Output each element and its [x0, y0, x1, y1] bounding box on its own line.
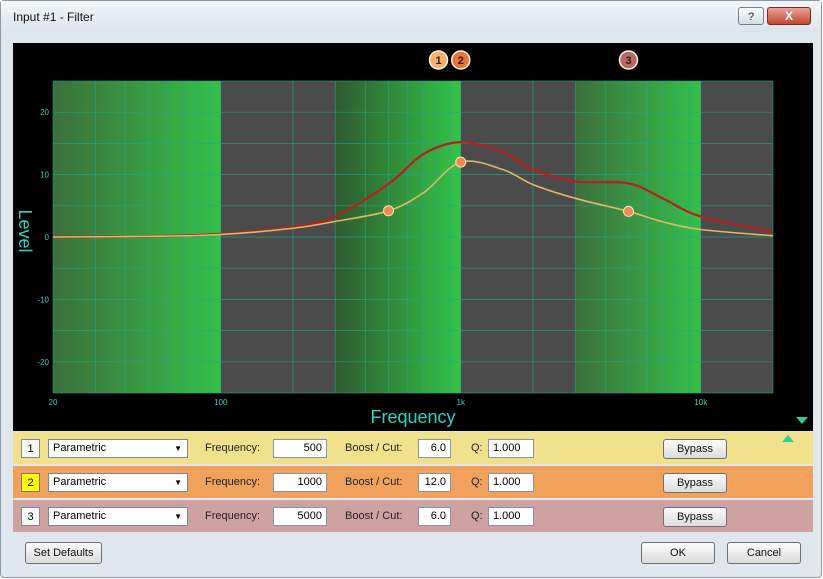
filter-type-select[interactable]: Parametric ▼	[48, 439, 188, 458]
frequency-field[interactable]: 1000	[273, 473, 327, 492]
q-label: Q:	[471, 476, 483, 488]
frequency-label: Frequency:	[205, 510, 261, 522]
y-tick-label: 20	[40, 108, 49, 117]
filter-point-3[interactable]	[623, 205, 635, 217]
bypass-button[interactable]: Bypass	[663, 473, 727, 493]
q-field[interactable]: 1.000	[488, 507, 534, 526]
q-field[interactable]: 1.000	[488, 473, 534, 492]
band-number[interactable]: 2	[21, 473, 40, 492]
filter-dialog: Input #1 - Filter ? X 20 10 0 -10 -20 20 100 1k…	[0, 0, 822, 578]
y-tick-label: -20	[37, 358, 49, 367]
x-axis-label: Frequency	[370, 407, 455, 427]
boost-cut-field[interactable]: 6.0	[418, 507, 451, 526]
scroll-up-icon[interactable]	[782, 435, 794, 442]
eq-graph[interactable]: 20100-10-2020 100 1k 10kFrequencyLevel1 2 3	[13, 43, 813, 431]
y-tick-label: -10	[37, 295, 49, 304]
x-tick-label: 100	[214, 398, 228, 407]
band-row-2[interactable]: 2 Parametric ▼ Frequency: 1000 Boost / Cu…	[13, 466, 813, 498]
x-tick-label: 10k	[694, 398, 708, 407]
boost-cut-field[interactable]: 6.0	[418, 439, 451, 458]
band-marker-label: 1	[435, 55, 441, 67]
band-row-1[interactable]: 1 Parametric ▼ Frequency: 500 Boost / Cut…	[13, 432, 813, 464]
filter-type-select[interactable]: Parametric ▼	[48, 507, 188, 526]
cancel-button[interactable]: Cancel	[727, 542, 801, 564]
close-button[interactable]: X	[767, 7, 811, 25]
boost-cut-field[interactable]: 12.0	[418, 473, 451, 492]
x-tick-label: 20	[49, 398, 58, 407]
y-tick-label: 0	[45, 233, 50, 242]
frequency-label: Frequency:	[205, 442, 261, 454]
ok-button[interactable]: OK	[641, 542, 715, 564]
filter-type-value: Parametric	[53, 442, 107, 454]
chevron-down-icon: ▼	[174, 444, 182, 453]
chevron-down-icon: ▼	[174, 478, 182, 487]
eq-graph-panel[interactable]: 20 10 0 -10 -20 20 100 1k 10k Frequency Level 1 2 3	[13, 43, 813, 431]
filter-type-value: Parametric	[53, 476, 107, 488]
y-axis-label: Level	[15, 209, 35, 252]
q-label: Q:	[471, 510, 483, 522]
band-marker-label: 3	[625, 55, 631, 67]
bypass-button[interactable]: Bypass	[663, 507, 727, 527]
boost-cut-label: Boost / Cut:	[345, 476, 403, 488]
frequency-field[interactable]: 5000	[273, 507, 327, 526]
frequency-label: Frequency:	[205, 476, 261, 488]
set-defaults-button[interactable]: Set Defaults	[25, 542, 102, 564]
x-tick-label: 1k	[457, 398, 466, 407]
filter-type-select[interactable]: Parametric ▼	[48, 473, 188, 492]
boost-cut-label: Boost / Cut:	[345, 442, 403, 454]
filter-point-2[interactable]	[455, 156, 467, 168]
band-row-3[interactable]: 3 Parametric ▼ Frequency: 5000 Boost / Cu…	[13, 500, 813, 532]
frequency-field[interactable]: 500	[273, 439, 327, 458]
title-bar[interactable]: Input #1 - Filter ? X	[1, 1, 821, 33]
band-number[interactable]: 1	[21, 439, 40, 458]
window-title: Input #1 - Filter	[13, 10, 94, 24]
band-list: 1 Parametric ▼ Frequency: 500 Boost / Cut…	[13, 432, 813, 533]
band-marker-label: 2	[458, 55, 464, 67]
boost-cut-label: Boost / Cut:	[345, 510, 403, 522]
filter-point-1[interactable]	[383, 205, 395, 217]
scroll-down-icon[interactable]	[796, 417, 808, 424]
q-label: Q:	[471, 442, 483, 454]
filter-type-value: Parametric	[53, 510, 107, 522]
band-number[interactable]: 3	[21, 507, 40, 526]
chevron-down-icon: ▼	[174, 512, 182, 521]
q-field[interactable]: 1.000	[488, 439, 534, 458]
bypass-button[interactable]: Bypass	[663, 439, 727, 459]
y-tick-label: 10	[40, 171, 49, 180]
help-button[interactable]: ?	[738, 7, 764, 25]
